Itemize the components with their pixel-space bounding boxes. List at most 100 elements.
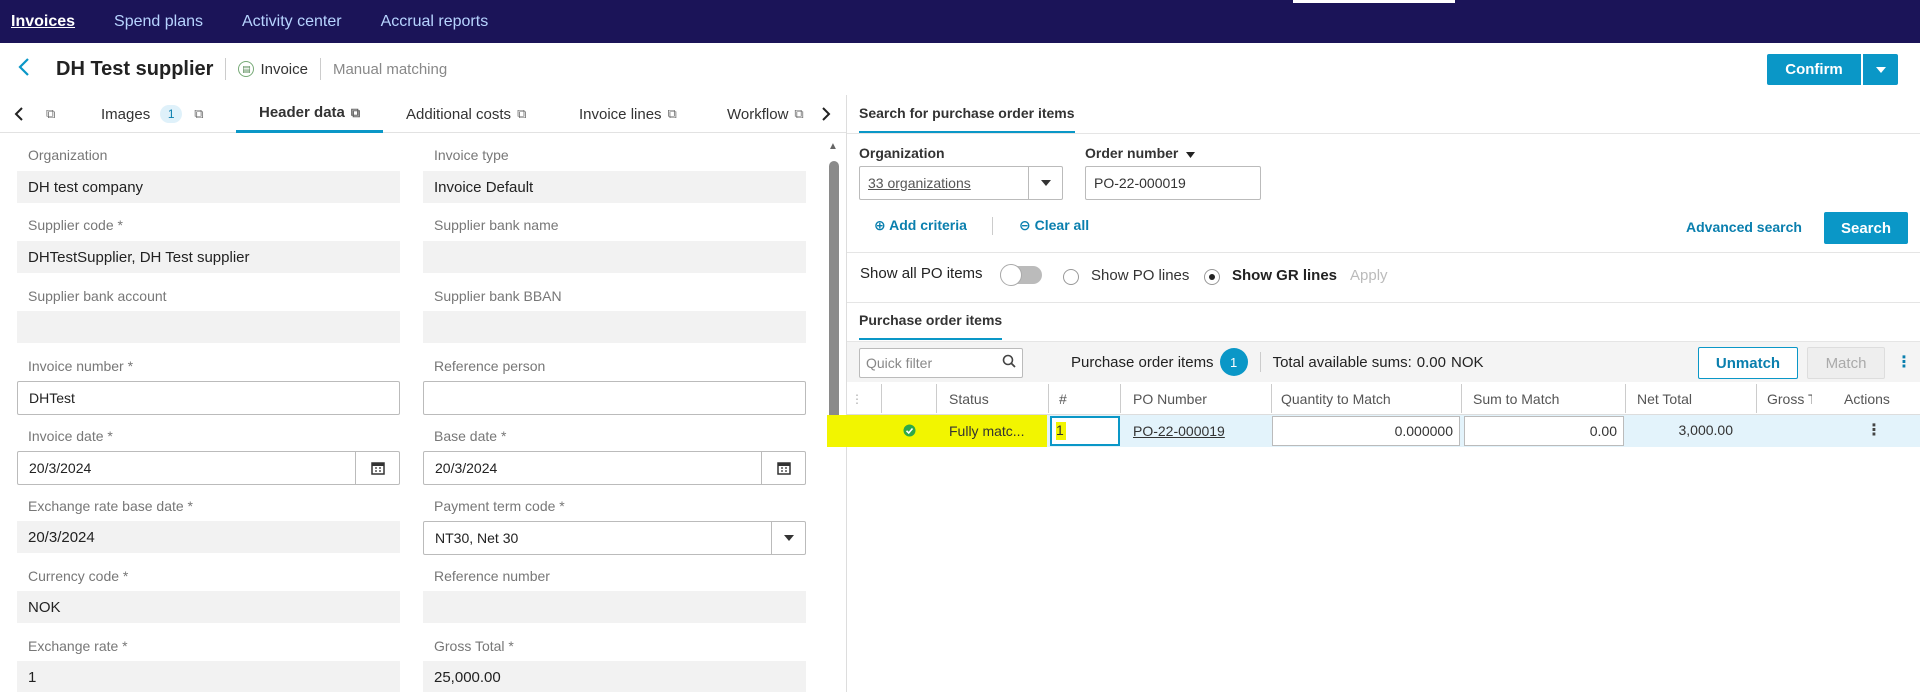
confirm-button[interactable]: Confirm [1767,54,1861,85]
column-divider[interactable] [881,384,882,413]
confirm-dropdown-button[interactable] [1863,54,1898,85]
external-link-icon[interactable]: ⧉ [351,105,360,121]
payment-term-code-label: Payment term code * [434,498,565,514]
order-number-label[interactable]: Order number [1085,145,1196,161]
clear-all-link[interactable]: ⊖ Clear all [1019,217,1089,234]
unmatch-button[interactable]: Unmatch [1698,347,1798,379]
advanced-search-link[interactable]: Advanced search [1686,219,1802,235]
top-nav: Invoices Spend plans Activity center Acc… [0,0,1920,43]
match-button[interactable]: Match [1807,347,1885,379]
nav-accrual-reports[interactable]: Accrual reports [381,13,489,31]
chevron-left-icon[interactable] [18,55,38,83]
minus-circle-icon: ⊖ [1019,217,1031,233]
external-link-icon[interactable]: ⧉ [794,106,803,122]
reference-person-input[interactable] [423,381,806,415]
add-criteria-link[interactable]: ⊕ Add criteria [874,217,967,234]
column-divider[interactable] [1271,384,1272,413]
tab-purchase-order-items[interactable]: Purchase order items [859,302,1003,340]
base-date-label: Base date * [434,428,507,444]
nav-activity-center[interactable]: Activity center [242,13,342,31]
col-qty-to-match[interactable]: Quantity to Match [1281,382,1391,415]
table-row[interactable]: Fully matc... 1 PO-22-000019 0.000000 0.… [827,415,1920,447]
order-number-input[interactable]: PO-22-000019 [1085,166,1261,200]
external-link-icon[interactable]: ⧉ [40,95,55,133]
tab-header-data[interactable]: Header data ⧉ [236,95,384,133]
chevron-down-icon[interactable] [1028,167,1062,199]
reference-number-label: Reference number [434,568,550,584]
column-divider[interactable] [1461,384,1462,413]
calendar-icon[interactable] [761,452,805,484]
col-gross-total[interactable]: Gross To [1757,382,1812,415]
column-divider[interactable] [1120,384,1121,413]
tab-additional-costs[interactable]: Additional costs ⧉ [406,95,526,133]
base-date-input[interactable]: 20/3/2024 [423,451,806,485]
column-divider[interactable] [1048,384,1049,413]
sum-to-match-input[interactable]: 0.00 [1464,416,1624,446]
external-link-icon[interactable]: ⧉ [194,106,203,122]
quick-filter-input[interactable]: Quick filter [859,348,1023,378]
col-sum-to-match[interactable]: Sum to Match [1473,382,1559,415]
apply-button[interactable]: Apply [1350,267,1388,284]
nav-spend-plans[interactable]: Spend plans [114,13,203,31]
nav-invoices[interactable]: Invoices [11,13,75,31]
chevron-down-icon[interactable] [771,522,805,554]
supplier-bank-name-field [423,241,806,273]
col-status[interactable]: Status [949,382,989,415]
po-items-label: Purchase order items [1071,353,1214,371]
check-circle-icon [903,424,916,442]
show-gr-lines-label: Show GR lines [1232,267,1338,284]
more-options-icon[interactable]: ⋮ [1896,352,1912,372]
qty-to-match-input[interactable]: 0.000000 [1272,416,1460,446]
calendar-icon[interactable] [355,452,399,484]
show-po-lines-radio[interactable] [1063,269,1079,285]
divider [847,302,1920,303]
col-net-total[interactable]: Net Total [1637,382,1692,415]
tab-invoice-lines-label: Invoice lines [579,105,662,123]
invoice-number-input[interactable]: DHTest [17,381,400,415]
divider [992,217,993,235]
payment-term-code-select[interactable]: NT30, Net 30 [423,521,806,555]
drag-handle-icon[interactable]: ⋮ [851,392,863,406]
row-number-editor[interactable]: 1 [1050,416,1120,446]
col-number[interactable]: # [1059,382,1067,415]
tab-invoice-lines[interactable]: Invoice lines ⧉ [579,95,677,133]
po-number-link[interactable]: PO-22-000019 [1133,423,1225,439]
po-items-count-badge: 1 [1219,348,1248,376]
tab-images[interactable]: Images 1 ⧉ [101,95,204,133]
scroll-up-icon[interactable]: ▲ [828,141,838,152]
divider [225,58,227,80]
column-divider[interactable] [1625,384,1626,413]
invoice-date-input[interactable]: 20/3/2024 [17,451,400,485]
external-link-icon[interactable]: ⧉ [668,106,677,122]
row-actions-icon[interactable]: ⋮ [1866,420,1882,440]
show-gr-lines-radio[interactable] [1204,269,1220,285]
header-data-form: Organization DH test company Invoice typ… [0,133,828,692]
toggle-knob [1000,264,1022,286]
add-criteria-label: Add criteria [889,217,967,233]
tab-search-po-items[interactable]: Search for purchase order items [859,95,1075,133]
col-po-number[interactable]: PO Number [1133,382,1207,415]
reference-person-label: Reference person [434,358,546,374]
total-available-label: Total available sums: [1272,353,1412,371]
show-po-lines-label: Show PO lines [1091,267,1190,284]
organization-select[interactable]: 33 organizations [859,166,1063,200]
organization-label: Organization [28,147,108,163]
col-actions: Actions [1844,390,1890,407]
page-header: DH Test supplier ▤ Invoice Manual matchi… [0,43,1920,95]
tab-workflow[interactable]: Workflow ⧉ [727,95,804,133]
tabs-scroll-left-icon[interactable] [14,95,24,133]
column-divider[interactable] [936,384,937,413]
search-button[interactable]: Search [1824,212,1908,244]
tabs-scroll-right-icon[interactable] [821,95,831,133]
clear-all-label: Clear all [1034,217,1090,233]
show-all-po-items-toggle[interactable] [1000,264,1042,286]
divider [847,252,1920,253]
organization-field: DH test company [17,171,400,203]
total-available-value: 0.00 [1416,353,1446,371]
external-link-icon[interactable]: ⧉ [517,106,526,122]
base-date-value: 20/3/2024 [435,460,498,476]
tab-workflow-label: Workflow [727,105,789,123]
invoice-doc-icon: ▤ [238,61,255,77]
organization-select-value: 33 organizations [868,175,971,191]
scrollbar-thumb[interactable] [829,161,839,431]
